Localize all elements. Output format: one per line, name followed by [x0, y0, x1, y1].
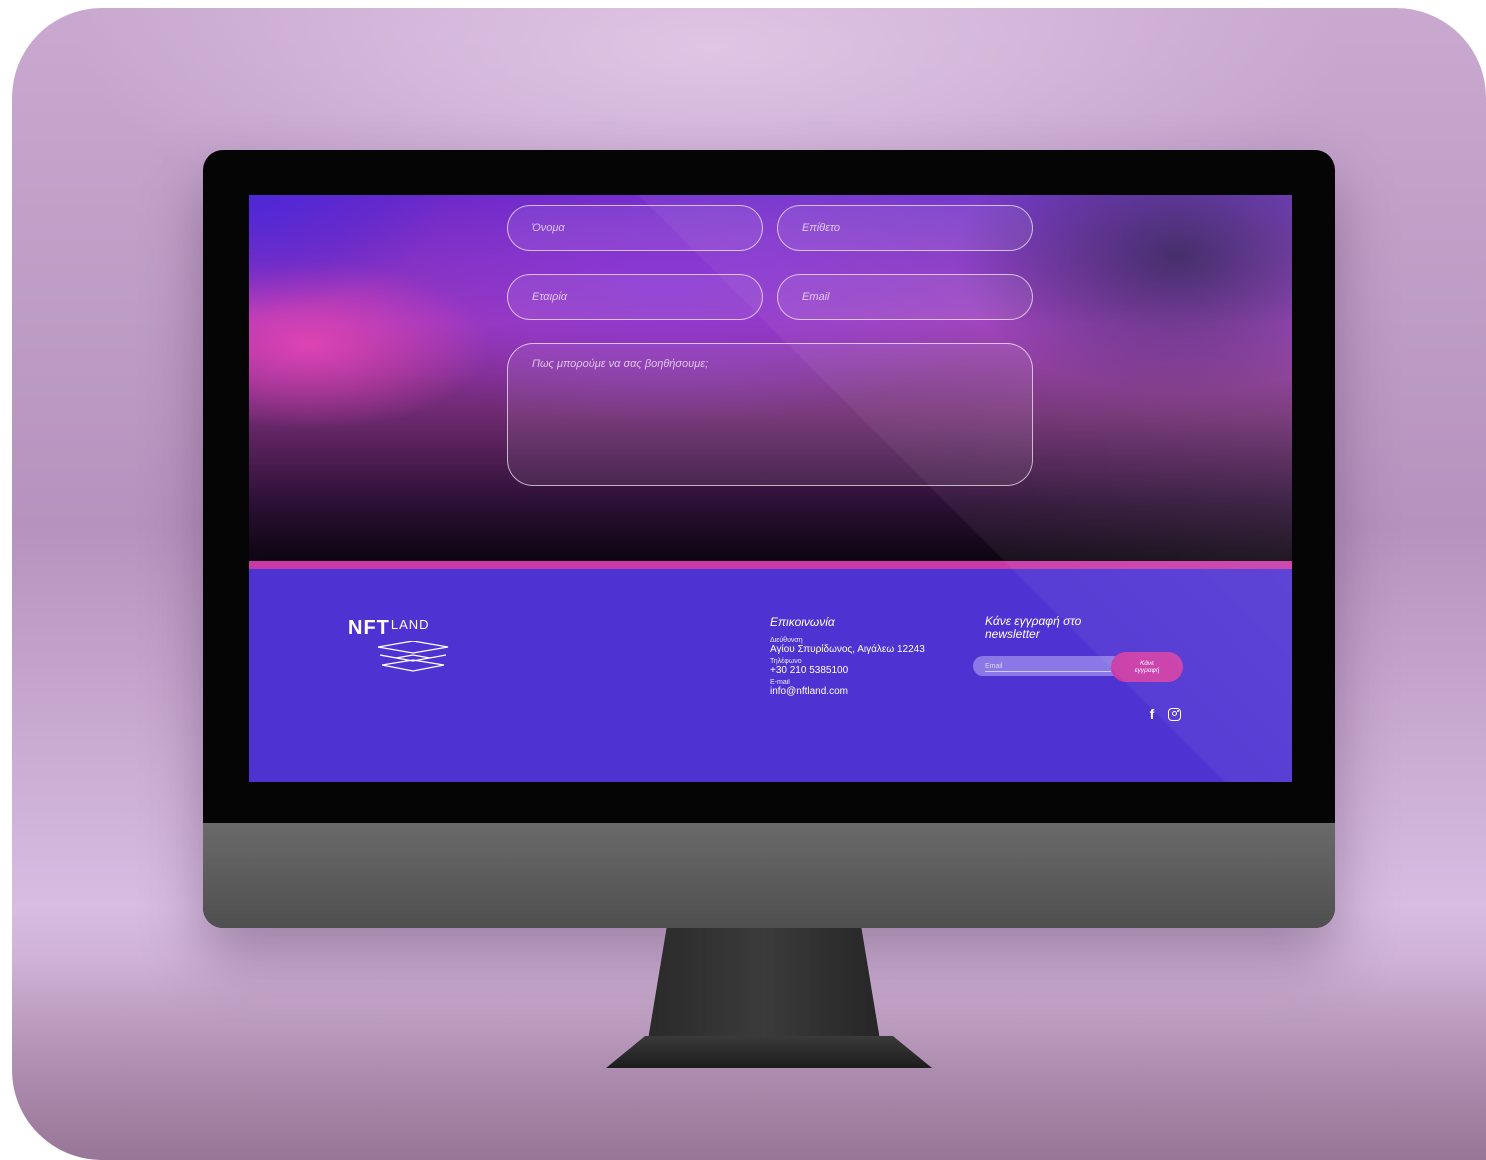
message-textarea[interactable]: Πως μπορούμε να σας βοηθήσουμε; [507, 343, 1033, 486]
monitor-stand-base [606, 1036, 932, 1068]
nftland-logo[interactable]: NFT LAND [348, 617, 478, 675]
email-input[interactable]: Email [777, 274, 1033, 320]
email-value[interactable]: info@nftland.com [770, 686, 960, 697]
newsletter-subscribe-button[interactable]: Κάνε εγγραφή [1111, 652, 1183, 682]
newsletter-title: Κάνε εγγραφή στο newsletter [985, 614, 1082, 641]
monitor-stand [648, 928, 880, 1040]
phone-label: Τηλέφωνο [770, 658, 802, 665]
last-name-input[interactable]: Επίθετο [777, 205, 1033, 251]
address-label: Διεύθυνση [770, 637, 803, 644]
contact-form-section: Όνομα Επίθετο Εταιρία Email Πως μπορούμε… [249, 195, 1292, 561]
footer: NFT LAND Επικοινωνία Διεύθυνση Αγίου Σπυ… [249, 569, 1292, 782]
instagram-icon[interactable] [1168, 707, 1181, 721]
logo-text: NFT LAND [348, 617, 430, 640]
phone-value[interactable]: +30 210 5385100 [770, 665, 960, 676]
newsletter-email-placeholder: Email [985, 662, 1003, 670]
logo-main: NFT [348, 617, 390, 639]
social-links: f [1146, 706, 1181, 722]
message-placeholder: Πως μπορούμε να σας βοηθήσουμε; [532, 358, 709, 370]
email-label: E-mail [770, 679, 790, 686]
first-name-placeholder: Όνομα [532, 222, 565, 234]
newsletter-email-input[interactable]: Email [973, 656, 1123, 676]
accent-divider [249, 561, 1292, 569]
input-underline [985, 671, 1111, 672]
address-value: Αγίου Σπυρίδωνος, Αιγάλεω 12243 [770, 644, 925, 655]
contact-title: Επικοινωνία [770, 615, 835, 629]
contact-block: Επικοινωνία Διεύθυνση Αγίου Σπυρίδωνος, … [770, 615, 960, 700]
subscribe-label: Κάνε εγγραφή [1134, 660, 1160, 674]
last-name-placeholder: Επίθετο [802, 222, 841, 234]
company-placeholder: Εταιρία [532, 291, 568, 303]
company-input[interactable]: Εταιρία [507, 274, 763, 320]
hero-glow [249, 195, 449, 315]
layers-icon [377, 641, 449, 672]
screen: Όνομα Επίθετο Εταιρία Email Πως μπορούμε… [249, 195, 1292, 782]
newsletter-block: Κάνε εγγραφή στο newsletter Email Κάνε ε… [973, 614, 1185, 682]
facebook-icon[interactable]: f [1146, 706, 1158, 722]
email-placeholder: Email [802, 291, 830, 303]
monitor-chin [203, 823, 1335, 928]
logo-sub: LAND [390, 617, 430, 632]
first-name-input[interactable]: Όνομα [507, 205, 763, 251]
